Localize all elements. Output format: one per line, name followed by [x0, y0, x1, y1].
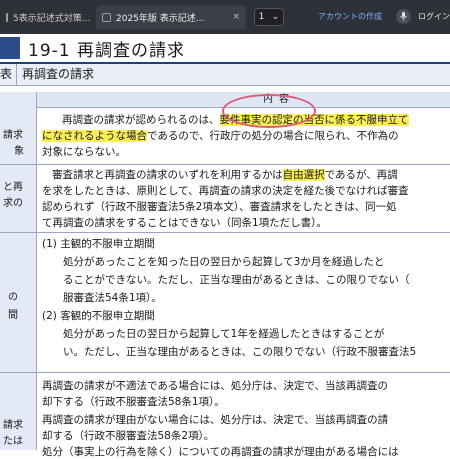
- content-line: 再調査の請求が理由がない場合には、処分庁は、決定で、当該再調査の請: [42, 414, 389, 426]
- table-heading-fragment: 表: [0, 64, 17, 85]
- content-line: 処分があった日の翌日から起算して1年を経過したときはすることが: [42, 328, 385, 340]
- row1-label-b: 象: [14, 146, 24, 157]
- tab-2-label: 2025年版 表示記述...: [116, 13, 205, 24]
- content-line: 却下する（行政不服審査法58条1項）。: [42, 396, 225, 408]
- table-heading: 表 再調査の請求: [0, 64, 450, 86]
- tab-1-label: 5表示記述式対策...: [13, 13, 91, 24]
- create-account-link[interactable]: アカウントの作成: [318, 11, 382, 22]
- mic-icon[interactable]: [396, 9, 411, 24]
- content-line: 処分があったことを知った日の翌日から起算して3か月を経過したと: [42, 256, 385, 268]
- browser-toolbar: 5表示記述式対策... 2025年版 表示記述... × 1 ⌄ アカウントの作…: [0, 0, 450, 34]
- content-line: ることができない。ただし、正当な理由があるときは、この限りでない（: [42, 274, 410, 286]
- row4-label-a: 請求: [3, 420, 23, 431]
- login-button[interactable]: ログイン: [418, 11, 450, 22]
- browser-tab-2[interactable]: 2025年版 表示記述... ×: [96, 5, 246, 29]
- close-icon[interactable]: ×: [232, 12, 240, 22]
- title-accent-block: [0, 37, 20, 59]
- content-line: (2) 客観的不服申立期間: [42, 310, 155, 322]
- content-line: 服審査法54条1項）。: [42, 292, 162, 304]
- row2-label-a: と再: [3, 182, 23, 193]
- row1-label-a: 請求: [3, 130, 23, 141]
- page-title: 19-1 再調査の請求: [28, 41, 185, 61]
- row4-label-b: たは: [3, 436, 23, 447]
- row3-label-b: 間: [8, 310, 18, 321]
- content-line: て再調査の請求をすることはできない（同条1項ただし書）。: [42, 217, 327, 229]
- content-line: 再調査の請求が不適法である場合には、処分庁は、決定で、当該再調査の: [42, 380, 388, 392]
- page-selector[interactable]: 1 ⌄: [254, 8, 284, 26]
- row2-label-b: 求の: [3, 198, 23, 209]
- row-divider: [0, 372, 450, 373]
- row-divider: [0, 232, 450, 233]
- row-divider: [0, 164, 450, 165]
- row3-label-a: の: [8, 292, 18, 303]
- content-table: 内容 請求 象 と再 求の の 間 請求 たは 再調査の請求が認められるのは、要…: [0, 92, 450, 458]
- content-line: 却する（行政不服審査法58条2項）。: [42, 430, 215, 442]
- content-line: 認められず（行政不服審査法5条2項本文）、審査請求をしたときは、同一処: [42, 201, 397, 213]
- content-line: (1) 主観的不服申立期間: [42, 238, 155, 250]
- column-divider: [36, 92, 37, 450]
- document-icon: [102, 12, 111, 22]
- document-icon: [6, 12, 8, 22]
- table-heading-label: 再調査の請求: [22, 67, 95, 81]
- browser-tab-1[interactable]: 5表示記述式対策...: [0, 5, 92, 29]
- content-line: 審査請求と再調査の請求のいずれを利用するかは自由選択であるが、再調: [52, 169, 398, 181]
- section-title-bar: 19-1 再調査の請求: [0, 34, 450, 64]
- chevron-down-icon: ⌄: [271, 12, 280, 22]
- content-line: を求をしたときは、原則として、再調査の請求の決定を経た後でなければ審査: [42, 185, 409, 197]
- page-number: 1: [258, 12, 265, 22]
- content-line: い。ただし、正当な理由があるときは、この限りでない（行政不服審査法5: [42, 346, 417, 358]
- content-line: になされるような場合であるので、行政庁の処分の場合に限られ、不作為の: [42, 130, 399, 142]
- annotation-circle: [222, 94, 316, 128]
- content-line: 処分（事実上の行為を除く）についての再調査の請求が理由がある場合には: [42, 446, 399, 458]
- content-line: 対象にならない。: [42, 146, 126, 158]
